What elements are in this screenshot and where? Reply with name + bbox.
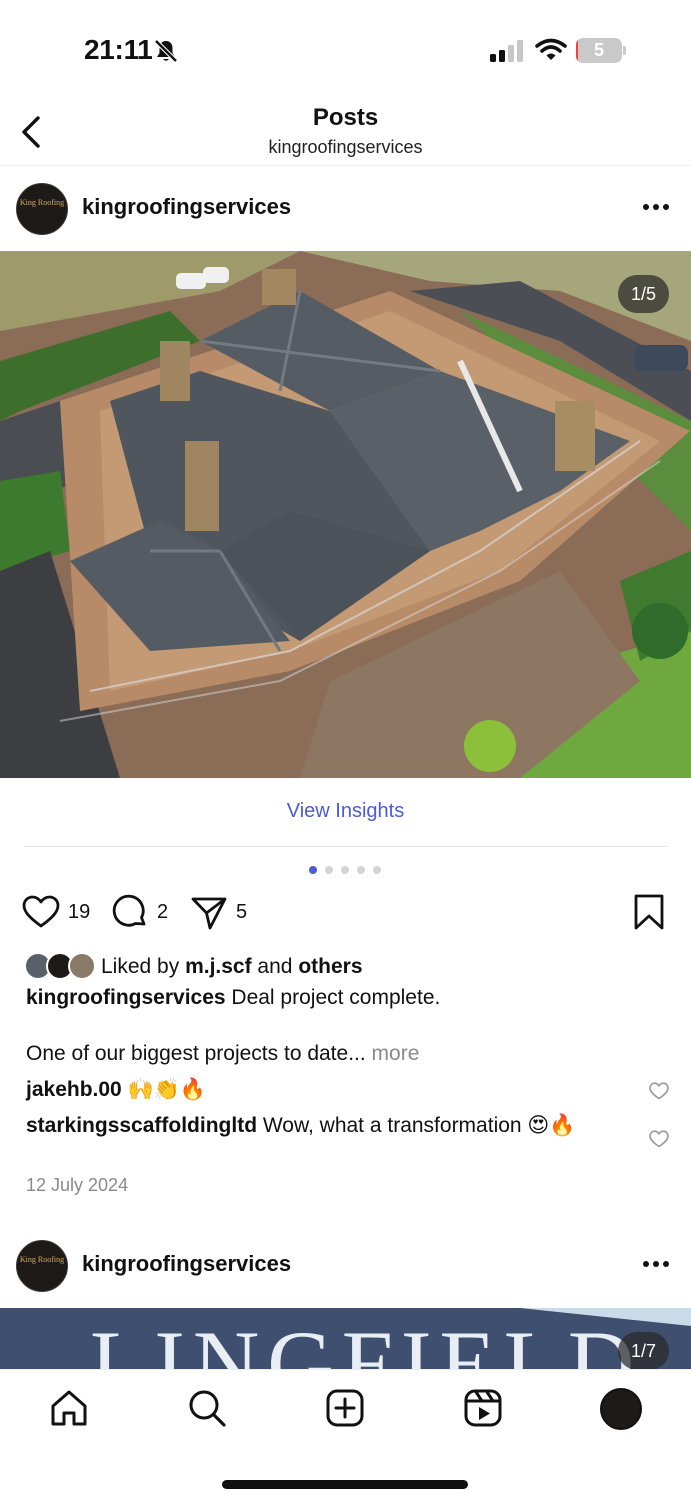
share-icon[interactable] xyxy=(190,895,228,931)
like-count[interactable]: 19 xyxy=(68,901,90,924)
status-time: 21:11 xyxy=(84,34,153,65)
battery-icon: 5 xyxy=(576,38,626,63)
image-counter: 1/7 xyxy=(617,1332,669,1369)
carousel-dot xyxy=(325,866,333,874)
sign-text: LINGFIELD xyxy=(90,1312,642,1369)
liker-username[interactable]: m.j.scf xyxy=(185,955,252,978)
avatar-logo-text: King Roofing xyxy=(19,1255,65,1264)
post-image[interactable]: 1/5 xyxy=(0,251,691,778)
create-icon[interactable] xyxy=(325,1388,365,1428)
status-bar: 21:11 5 xyxy=(0,0,691,96)
post-username[interactable]: kingroofingservices xyxy=(82,1251,291,1277)
header: Posts kingroofingservices xyxy=(0,96,691,166)
bookmark-icon[interactable] xyxy=(633,894,665,930)
battery-level: 5 xyxy=(593,40,604,60)
more-options-icon[interactable] xyxy=(643,1261,669,1267)
caption-more-link[interactable]: more xyxy=(372,1042,420,1065)
comment-count[interactable]: 2 xyxy=(157,901,168,924)
bell-slash-icon xyxy=(154,39,178,63)
post-username[interactable]: kingroofingservices xyxy=(82,194,291,220)
post-caption: kingroofingservices Deal project complet… xyxy=(26,986,666,1010)
page-subtitle: kingroofingservices xyxy=(268,137,423,157)
carousel-dot xyxy=(373,866,381,874)
liked-by-text: Liked by m.j.scf and others xyxy=(101,955,363,978)
post-actions: 19 2 5 xyxy=(0,892,691,934)
avatar[interactable]: King Roofing xyxy=(16,183,68,235)
post-header: King Roofing kingroofingservices xyxy=(0,1223,691,1307)
avatar[interactable]: King Roofing xyxy=(16,1240,68,1292)
image-counter: 1/5 xyxy=(617,275,669,313)
divider xyxy=(24,846,667,847)
avatar-logo-text: King Roofing xyxy=(19,198,65,207)
more-options-icon[interactable] xyxy=(643,204,669,210)
likers-others[interactable]: others xyxy=(298,955,362,978)
comment-like-icon[interactable] xyxy=(649,1082,669,1100)
share-count[interactable]: 5 xyxy=(236,901,247,924)
bottom-nav xyxy=(0,1369,691,1500)
profile-avatar[interactable] xyxy=(600,1388,642,1430)
page-title: Posts xyxy=(312,104,379,131)
post-date: 12 July 2024 xyxy=(26,1175,129,1195)
home-indicator xyxy=(222,1480,468,1489)
post-header: King Roofing kingroofingservices xyxy=(0,166,691,250)
search-icon[interactable] xyxy=(187,1388,227,1428)
roof-photo xyxy=(0,251,691,778)
comment-icon[interactable] xyxy=(112,894,148,930)
comment-text: Wow, what a transformation 😍🔥 xyxy=(257,1114,576,1137)
caption-username[interactable]: kingroofingservices xyxy=(26,986,226,1009)
liker-avatar xyxy=(68,952,96,980)
reels-icon[interactable] xyxy=(463,1388,503,1428)
wifi-icon xyxy=(535,38,567,60)
comment-text: 🙌👏🔥 xyxy=(121,1078,207,1101)
caption-line2: One of our biggest projects to date... xyxy=(26,1042,366,1065)
view-insights-link[interactable]: View Insights xyxy=(0,800,691,823)
comment-item: jakehb.00 🙌👏🔥 xyxy=(26,1077,626,1103)
comment-username[interactable]: starkingsscaffoldingltd xyxy=(26,1114,257,1137)
comment-like-icon[interactable] xyxy=(649,1130,669,1148)
signal-icon xyxy=(490,40,523,62)
comment-username[interactable]: jakehb.00 xyxy=(26,1078,122,1101)
home-icon[interactable] xyxy=(49,1388,89,1428)
post-caption-continued: One of our biggest projects to date... m… xyxy=(26,1042,666,1066)
carousel-dot xyxy=(341,866,349,874)
carousel-dot xyxy=(309,866,317,874)
post-image[interactable]: LINGFIELD 1/7 xyxy=(0,1308,691,1369)
sign-photo: LINGFIELD xyxy=(0,1308,691,1369)
heart-icon[interactable] xyxy=(22,895,60,929)
carousel-dot xyxy=(357,866,365,874)
caption-text: Deal project complete. xyxy=(225,986,441,1009)
comment-item: starkingsscaffoldingltd Wow, what a tran… xyxy=(26,1113,626,1139)
